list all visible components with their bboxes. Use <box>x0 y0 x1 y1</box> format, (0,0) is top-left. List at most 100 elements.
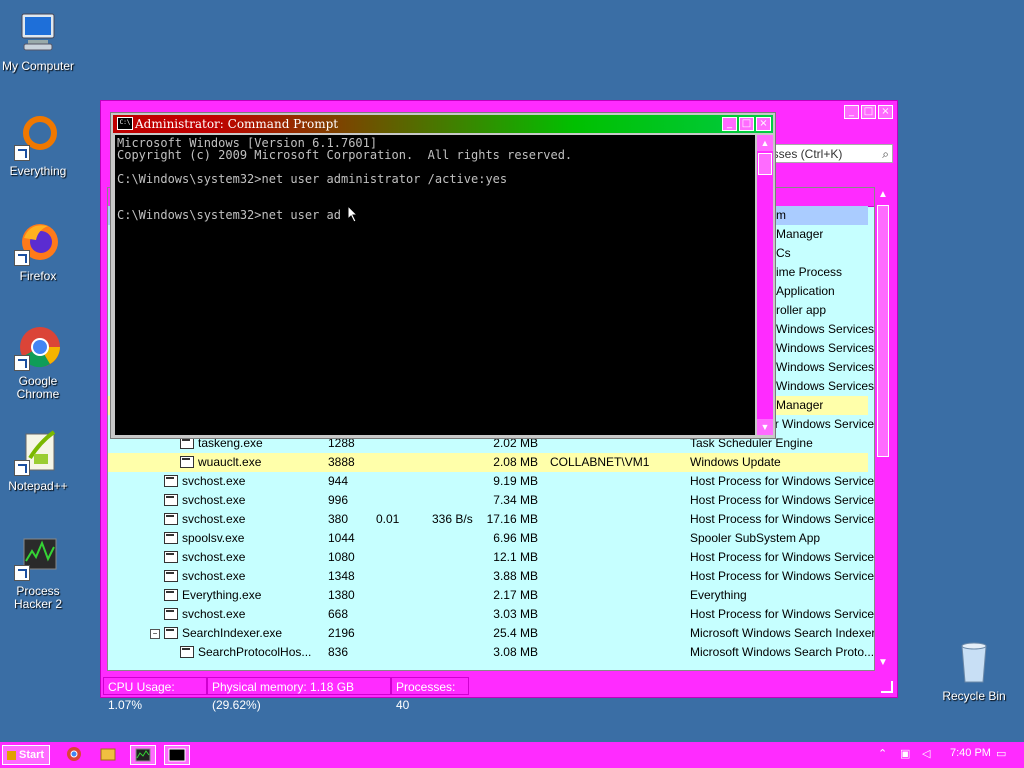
taskbar: Start ⌃ ▣ ◁ 7:40 PM ▭ <box>0 742 1024 768</box>
process-private-bytes: 17.16 MB <box>486 512 538 526</box>
process-description: Application <box>776 284 835 298</box>
scrollbar-thumb[interactable] <box>758 153 772 175</box>
table-row[interactable]: Everything.exe 1380 2.17 MB Everything <box>108 586 868 605</box>
shortcut-arrow-icon <box>14 145 30 161</box>
clock[interactable]: 7:40 PM <box>950 747 991 759</box>
search-processes-input[interactable]: esses (Ctrl+K) ⌕ <box>761 144 893 163</box>
scrollbar-thumb[interactable] <box>877 205 889 457</box>
taskbar-chrome-button[interactable] <box>62 745 88 765</box>
status-cpu-usage: CPU Usage: 1.07% <box>103 677 207 712</box>
process-private-bytes: 2.17 MB <box>493 588 538 602</box>
minimize-button[interactable]: _ <box>844 105 859 119</box>
table-row[interactable]: wuauclt.exe 3888 2.08 MB COLLABNET\VM1 Windo… <box>108 453 868 472</box>
taskbar-explorer-button[interactable] <box>96 745 122 765</box>
process-description: Host Process for Windows Services <box>690 607 875 621</box>
process-description: Cs <box>776 246 791 260</box>
shortcut-arrow-icon <box>14 565 30 581</box>
process-description: Host Process for Windows Services <box>690 493 875 507</box>
desktop-icon-firefox[interactable]: Firefox <box>0 218 78 283</box>
table-row[interactable]: svchost.exe 1080 12.1 MB Host Process for W… <box>108 548 874 567</box>
resize-grip-icon[interactable] <box>881 681 893 693</box>
scroll-up-arrow-icon[interactable]: ▲ <box>757 135 773 151</box>
process-description: Host Process for Windows Services <box>690 512 875 526</box>
process-private-bytes: 3.03 MB <box>493 607 538 621</box>
command-prompt-window[interactable]: C:\ Administrator: Command Prompt _ □ × … <box>110 112 776 439</box>
process-private-bytes: 12.1 MB <box>493 550 538 564</box>
desktop-icon-recycle-bin[interactable]: Recycle Bin <box>934 638 1014 703</box>
table-row[interactable]: svchost.exe 380 0.01 336 B/s 17.16 MB Host Pr… <box>108 510 874 529</box>
process-private-bytes: 9.19 MB <box>493 474 538 488</box>
process-description: Microsoft Windows Search Proto... <box>690 645 875 659</box>
start-button[interactable]: Start <box>2 745 50 765</box>
process-hacker-icon <box>135 748 151 762</box>
system-tray: ⌃ ▣ ◁ 7:40 PM ▭ <box>878 745 1018 765</box>
process-description: Windows Services <box>776 379 875 393</box>
process-description: m <box>776 208 786 222</box>
shortcut-arrow-icon <box>14 460 30 476</box>
cmd-icon: C:\ <box>117 117 133 130</box>
desktop-icon-everything[interactable]: Everything <box>0 113 78 178</box>
window-controls: _ □ × <box>722 117 771 131</box>
status-process-count: Processes: 40 <box>391 677 469 712</box>
close-button[interactable]: × <box>756 117 771 131</box>
process-description: Windows Services <box>776 360 875 374</box>
process-description: Manager <box>776 227 824 241</box>
console-line: C:\Windows\system32>net user administrat… <box>117 172 508 186</box>
process-description: Windows Services <box>776 341 875 355</box>
volume-muted-icon[interactable]: ◁ <box>922 747 930 760</box>
show-hidden-icons-icon[interactable]: ⌃ <box>878 747 887 760</box>
console-output[interactable]: Microsoft Windows [Version 6.1.7601] Cop… <box>115 135 755 435</box>
process-description: Host Process for Windows Services <box>690 569 875 583</box>
table-row[interactable]: SearchProtocolHos... 836 3.08 MB Microsoft … <box>108 643 874 662</box>
console-scrollbar[interactable]: ▲ ▼ <box>757 135 773 435</box>
table-row[interactable]: spoolsv.exe 1044 6.96 MB Spooler SubSystem … <box>108 529 868 548</box>
table-row[interactable]: − SearchIndexer.exe 2196 25.4 MB Microsoft W… <box>108 624 874 643</box>
table-row[interactable]: svchost.exe 1348 3.88 MB Host Process for W… <box>108 567 874 586</box>
search-icon[interactable]: ⌕ <box>882 147 889 162</box>
shortcut-arrow-icon <box>14 355 30 371</box>
process-description: roller app <box>776 303 827 317</box>
minimize-button[interactable]: _ <box>722 117 737 131</box>
taskbar-cmd-button[interactable] <box>164 745 190 765</box>
desktop-icon-label: Firefox <box>19 269 57 283</box>
table-row[interactable]: svchost.exe 668 3.03 MB Host Process for Wi… <box>108 605 874 624</box>
scroll-up-arrow-icon[interactable]: ▲ <box>875 187 891 203</box>
desktop-icon-label: Google Chrome <box>16 374 60 401</box>
desktop-icon-process-hacker[interactable]: Process Hacker 2 <box>0 533 78 611</box>
maximize-button[interactable]: □ <box>739 117 754 131</box>
desktop-icon-notepad-plus-plus[interactable]: Notepad++ <box>0 428 78 493</box>
process-private-bytes: 7.34 MB <box>493 493 538 507</box>
start-label: Start <box>19 749 45 761</box>
process-description: Microsoft Windows Search Indexer <box>690 626 875 640</box>
scroll-down-arrow-icon[interactable]: ▼ <box>757 419 773 435</box>
desktop-icon-google-chrome[interactable]: Google Chrome <box>0 323 78 401</box>
shortcut-arrow-icon <box>14 250 30 266</box>
network-icon[interactable]: ▣ <box>900 747 910 760</box>
process-description: Host Process for Windows Services <box>690 474 875 488</box>
desktop-icon-my-computer[interactable]: My Computer <box>0 8 78 73</box>
process-hacker-icon <box>14 533 62 581</box>
status-bar: CPU Usage: 1.07% Physical memory: 1.18 G… <box>103 677 895 712</box>
window-titlebar[interactable]: C:\ Administrator: Command Prompt _ □ × <box>113 115 773 133</box>
show-desktop-icon[interactable]: ▭ <box>996 747 1006 760</box>
process-private-bytes: 25.4 MB <box>493 626 538 640</box>
chrome-icon <box>67 747 81 761</box>
close-button[interactable]: × <box>878 105 893 119</box>
process-private-bytes: 3.88 MB <box>493 569 538 583</box>
table-row[interactable]: svchost.exe 944 9.19 MB Host Process for Wi… <box>108 472 874 491</box>
process-description: Manager <box>776 398 824 412</box>
chrome-icon <box>14 323 62 371</box>
windows-logo-icon <box>7 750 16 760</box>
desktop-icon-label: Recycle Bin <box>942 689 1006 703</box>
window-controls: _ □ × <box>844 105 893 119</box>
process-description: Everything <box>690 588 747 602</box>
search-placeholder: esses (Ctrl+K) <box>766 147 843 161</box>
table-row[interactable]: svchost.exe 996 7.34 MB Host Process for Wi… <box>108 491 874 510</box>
taskbar-process-hacker-button[interactable] <box>130 745 156 765</box>
process-list-scrollbar[interactable]: ▲ ▼ <box>875 187 891 671</box>
desktop-icon-label: Process Hacker 2 <box>13 584 63 611</box>
maximize-button[interactable]: □ <box>861 105 876 119</box>
console-line: Copyright (c) 2009 Microsoft Corporation… <box>117 148 573 162</box>
computer-icon <box>14 8 62 56</box>
scroll-down-arrow-icon[interactable]: ▼ <box>875 655 891 671</box>
